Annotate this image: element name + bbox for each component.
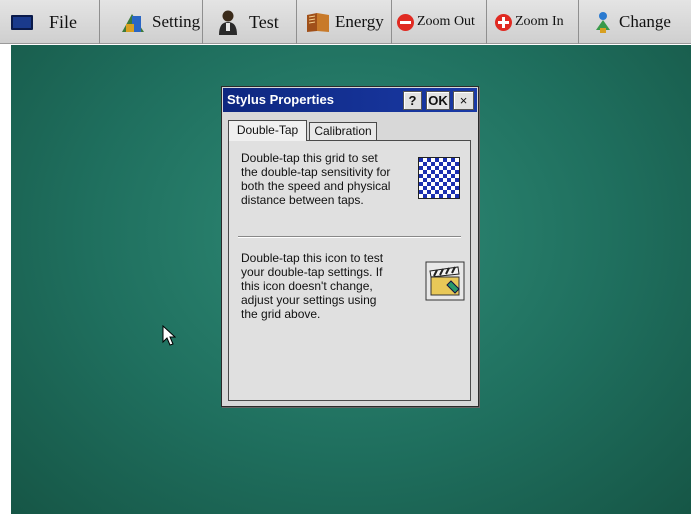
- setting-label: Setting: [152, 12, 201, 31]
- stylus-properties-dialog: Stylus Properties ? OK × Double-Tap Cali…: [221, 86, 479, 407]
- icon-description: Double-tap this icon to test your double…: [241, 251, 384, 321]
- energy-button[interactable]: Energy: [297, 0, 392, 44]
- zoom-out-icon: [397, 13, 414, 31]
- zoom-in-button[interactable]: Zoom In: [487, 0, 579, 44]
- test-label: Test: [249, 11, 279, 32]
- double-tap-grid[interactable]: [418, 157, 460, 199]
- person-icon: [219, 10, 237, 35]
- title-bar[interactable]: Stylus Properties ? OK ×: [223, 88, 477, 112]
- ok-button[interactable]: OK: [426, 91, 450, 110]
- tab-calibration[interactable]: Calibration: [309, 122, 377, 140]
- setting-button[interactable]: Setting: [100, 0, 203, 44]
- energy-label: Energy: [335, 12, 384, 31]
- divider: [238, 236, 461, 238]
- tab-double-tap[interactable]: Double-Tap: [228, 120, 307, 141]
- setting-icon: [122, 14, 144, 32]
- test-button[interactable]: Test: [203, 0, 297, 44]
- change-label: Change: [619, 12, 671, 31]
- zoom-out-button[interactable]: Zoom Out: [392, 0, 487, 44]
- change-button[interactable]: Change: [579, 0, 691, 44]
- file-button[interactable]: File: [0, 0, 100, 44]
- change-icon: [596, 12, 610, 33]
- zoom-out-label: Zoom Out: [417, 14, 475, 29]
- toolbar: File Setting Test Energy Zoom Out Zoom I…: [0, 0, 691, 44]
- file-label: File: [49, 11, 78, 32]
- clapperboard-test-icon[interactable]: [425, 261, 465, 301]
- monitor-icon: [11, 14, 33, 30]
- close-button[interactable]: ×: [453, 91, 474, 110]
- zoom-in-icon: [495, 13, 512, 31]
- grid-description: Double-tap this grid to set the double-t…: [241, 151, 391, 207]
- mouse-cursor-icon: [162, 325, 176, 346]
- help-button[interactable]: ?: [403, 91, 422, 110]
- zoom-in-label: Zoom In: [515, 14, 564, 29]
- tab-panel: Double-tap this grid to set the double-t…: [228, 140, 471, 401]
- dialog-title: Stylus Properties: [227, 92, 334, 107]
- book-icon: [307, 13, 329, 32]
